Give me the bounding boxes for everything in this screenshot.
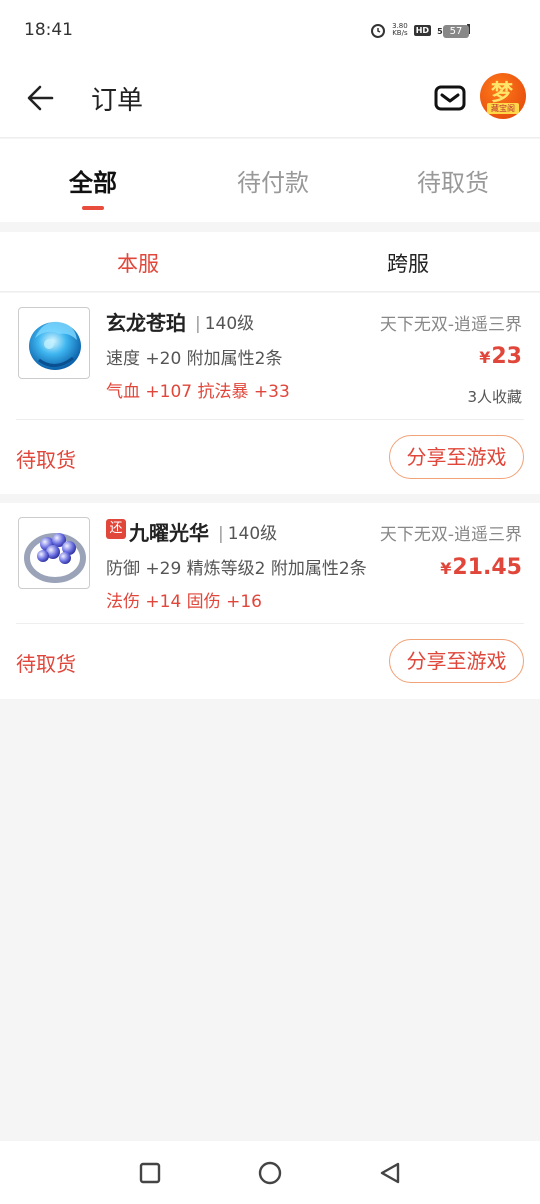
item-thumbnail[interactable] <box>18 307 90 379</box>
recent-apps-icon[interactable] <box>136 1159 164 1187</box>
pearl-ring-icon <box>24 533 86 583</box>
order-status: 待取货 <box>16 448 76 472</box>
favorites-count: 3人收藏 <box>467 388 522 406</box>
item-price: ¥21.45 <box>440 555 522 580</box>
back-triangle-icon[interactable] <box>376 1159 404 1187</box>
order-card[interactable]: 玄龙苍珀 | 140级 天下无双-逍遥三界 速度 +20 附加属性2条 ¥23 气… <box>0 293 540 494</box>
status-bar: 18:41 3.80 KB/s HD 5G 57 <box>0 0 540 62</box>
home-icon[interactable] <box>256 1159 284 1187</box>
tab-all[interactable]: 全部 <box>69 163 117 198</box>
net-speed: 3.80 KB/s <box>392 22 408 37</box>
server-name: 天下无双-逍遥三界 <box>379 315 522 335</box>
item-bonus-attributes: 气血 +107 抗法暴 +33 <box>106 382 290 402</box>
item-attributes: 防御 +29 精炼等级2 附加属性2条 <box>106 559 367 579</box>
share-to-game-button[interactable]: 分享至游戏 <box>389 639 524 683</box>
server-name: 天下无双-逍遥三界 <box>379 525 522 545</box>
tab-pending-pickup[interactable]: 待取货 <box>417 163 489 198</box>
page-title: 订单 <box>91 86 144 116</box>
battery-icon: 57 <box>443 25 469 38</box>
item-bonus-attributes: 法伤 +14 固伤 +16 <box>106 592 262 612</box>
system-nav-bar <box>0 1141 540 1204</box>
item-level: | 140级 <box>218 524 278 544</box>
hd-icon: HD <box>413 24 432 36</box>
tab-pending-payment[interactable]: 待付款 <box>237 163 309 198</box>
status-time: 18:41 <box>24 20 73 40</box>
item-name: 九曜光华 <box>129 521 209 545</box>
item-level: | 140级 <box>195 314 255 334</box>
alarm-icon <box>371 24 386 38</box>
divider <box>16 419 524 420</box>
blue-jade-amulet-icon <box>29 321 81 370</box>
mail-icon[interactable] <box>432 80 468 116</box>
app-bar: 订单 梦 藏宝阁 <box>0 62 540 138</box>
avatar[interactable]: 梦 藏宝阁 <box>480 73 526 119</box>
order-tabs: 全部 待付款 待取货 <box>0 139 540 222</box>
tab-cross-server[interactable]: 跨服 <box>387 248 429 278</box>
order-card[interactable]: 还 九曜光华 | 140级 天下无双-逍遥三界 防御 +29 精炼等级2 附加属性… <box>0 503 540 699</box>
item-name: 玄龙苍珀 <box>106 311 186 335</box>
divider <box>16 623 524 624</box>
share-to-game-button[interactable]: 分享至游戏 <box>389 435 524 479</box>
order-status: 待取货 <box>16 652 76 676</box>
item-price: ¥23 <box>479 344 522 369</box>
item-attributes: 速度 +20 附加属性2条 <box>106 349 283 369</box>
return-badge: 还 <box>106 519 126 539</box>
tab-indicator <box>82 206 104 210</box>
item-thumbnail[interactable] <box>18 517 90 589</box>
server-tabs: 本服 跨服 <box>0 232 540 292</box>
tab-same-server[interactable]: 本服 <box>117 248 159 278</box>
back-arrow-icon[interactable] <box>22 78 62 118</box>
avatar-tag: 藏宝阁 <box>487 103 519 114</box>
